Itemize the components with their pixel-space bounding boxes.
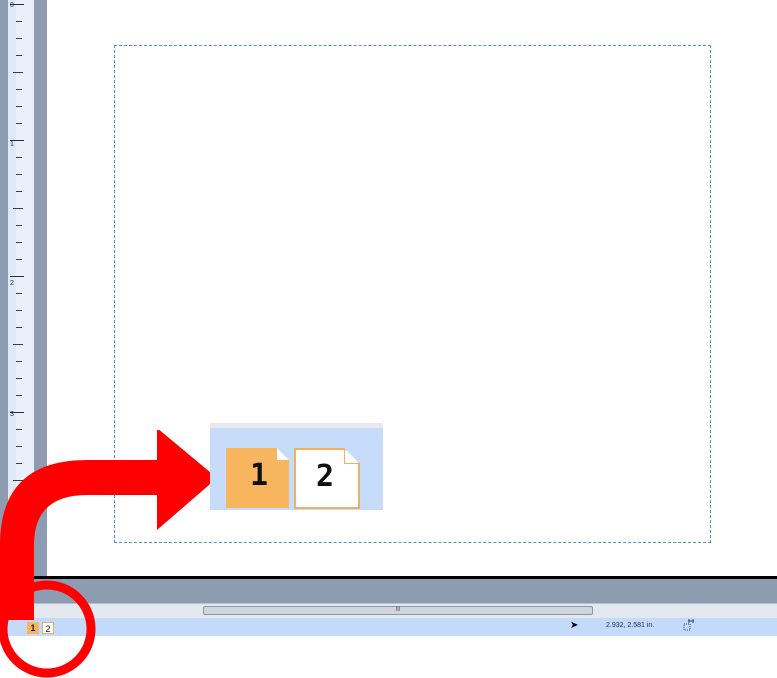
ruler-tick	[16, 293, 22, 294]
ruler-tick	[16, 361, 22, 362]
callout-arrow-icon	[0, 430, 210, 678]
page-fold-icon	[344, 448, 360, 464]
ruler-tick	[16, 225, 22, 226]
ruler-tick	[16, 378, 22, 379]
ruler-tick	[16, 123, 22, 124]
ruler-tick	[10, 276, 24, 277]
zoomed-page-tab-2: 2	[294, 448, 360, 509]
ruler-label-3: 3	[10, 411, 14, 418]
object-size-icon	[683, 619, 694, 631]
mouse-pointer-icon: ➤	[570, 620, 579, 631]
ruler-tick	[16, 38, 22, 39]
ruler-tick	[13, 208, 23, 209]
ruler-tick	[16, 106, 22, 107]
ruler-tick	[13, 72, 23, 73]
ruler-tick	[16, 310, 22, 311]
ruler-label-1: 1	[10, 141, 14, 148]
scrollbar-grip: III	[395, 607, 401, 613]
ruler-tick	[16, 191, 22, 192]
highlight-circle	[0, 580, 96, 678]
zoomed-page-tab-1: 1	[226, 448, 289, 508]
ruler-tick	[16, 174, 22, 175]
ruler-tick	[16, 327, 22, 328]
ruler-label-0: 0	[10, 2, 14, 9]
ruler-tick	[16, 21, 22, 22]
ruler-tick	[16, 242, 22, 243]
ruler-tick	[16, 395, 22, 396]
scrollbar-thumb[interactable]: III	[203, 606, 593, 615]
zoomed-page-2-label: 2	[316, 459, 335, 494]
page-tabs-zoom-callout: 1 2	[210, 423, 383, 510]
ruler-tick	[16, 89, 22, 90]
zoomed-page-1-label: 1	[250, 458, 269, 493]
page-fold-icon	[277, 448, 289, 460]
ruler-tick	[16, 157, 22, 158]
ruler-tick	[13, 344, 23, 345]
ruler-tick	[16, 259, 22, 260]
callout-top-strip	[210, 423, 383, 428]
cursor-position-readout: 2.932, 2.581 in.	[606, 622, 655, 629]
ruler-label-2: 2	[10, 280, 14, 287]
ruler-tick	[16, 55, 22, 56]
